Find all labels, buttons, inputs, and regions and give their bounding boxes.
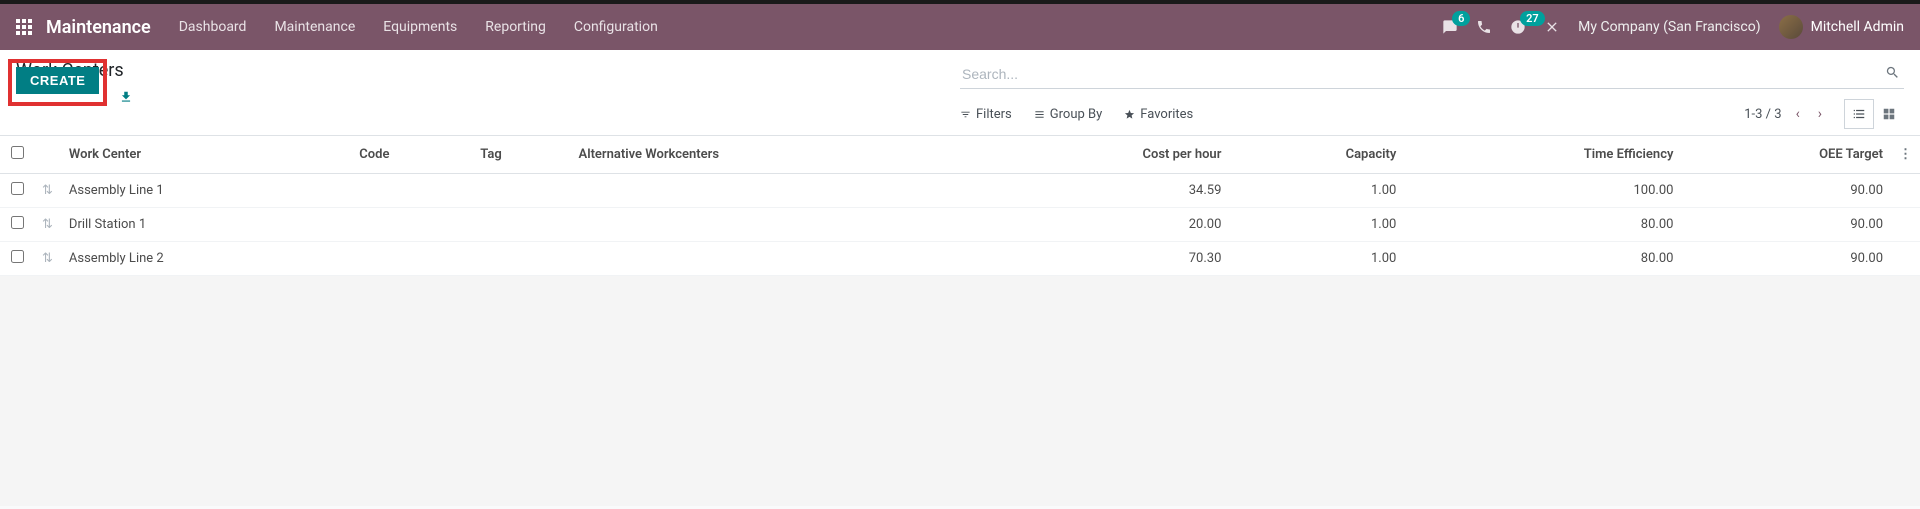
user-name: Mitchell Admin	[1811, 19, 1904, 35]
filters-button[interactable]: Filters	[960, 107, 1012, 122]
cell-cost: 20.00	[981, 208, 1230, 242]
drag-handle-icon[interactable]: ⇅	[34, 174, 61, 208]
row-checkbox[interactable]	[11, 216, 24, 229]
favorites-button[interactable]: Favorites	[1124, 107, 1193, 122]
drag-handle-icon[interactable]: ⇅	[34, 208, 61, 242]
apps-icon[interactable]	[16, 19, 32, 35]
cell-tag	[472, 208, 570, 242]
row-checkbox[interactable]	[11, 250, 24, 263]
create-button[interactable]: CREATE	[16, 67, 99, 94]
col-tag[interactable]: Tag	[472, 136, 570, 174]
list-view-icon[interactable]	[1844, 99, 1874, 129]
app-brand[interactable]: Maintenance	[46, 17, 151, 38]
nav-menu: Dashboard Maintenance Equipments Reporti…	[179, 19, 658, 35]
activities-icon[interactable]: 27	[1510, 19, 1526, 35]
nav-maintenance[interactable]: Maintenance	[274, 19, 355, 35]
col-cost[interactable]: Cost per hour	[981, 136, 1230, 174]
debug-icon[interactable]	[1544, 19, 1560, 35]
pager-value[interactable]: 1-3 / 3	[1744, 107, 1781, 122]
view-switcher	[1844, 99, 1904, 129]
cell-eff: 80.00	[1404, 208, 1681, 242]
cell-oee: 90.00	[1681, 242, 1891, 276]
row-checkbox[interactable]	[11, 182, 24, 195]
company-selector[interactable]: My Company (San Francisco)	[1578, 19, 1760, 35]
cell-alt	[571, 174, 981, 208]
col-work-center[interactable]: Work Center	[61, 136, 351, 174]
cell-eff: 100.00	[1404, 174, 1681, 208]
cell-code	[351, 242, 472, 276]
messaging-icon[interactable]: 6	[1442, 19, 1458, 35]
cell-alt	[571, 242, 981, 276]
cell-work-center: Assembly Line 1	[61, 174, 351, 208]
col-code[interactable]: Code	[351, 136, 472, 174]
table-row[interactable]: ⇅Drill Station 1 20.001.0080.0090.00	[0, 208, 1920, 242]
activities-badge: 27	[1520, 11, 1545, 26]
search-icon[interactable]	[1881, 65, 1904, 84]
cell-cost: 70.30	[981, 242, 1230, 276]
nav-equipments[interactable]: Equipments	[383, 19, 457, 35]
cell-tag	[472, 174, 570, 208]
pager-prev-icon[interactable]: ‹	[1792, 104, 1804, 124]
pager: 1-3 / 3 ‹ ›	[1744, 104, 1826, 124]
cell-tag	[472, 242, 570, 276]
main-navbar: Maintenance Dashboard Maintenance Equipm…	[0, 4, 1920, 50]
cell-capacity: 1.00	[1229, 208, 1404, 242]
drag-handle-icon[interactable]: ⇅	[34, 242, 61, 276]
kanban-view-icon[interactable]	[1874, 99, 1904, 129]
nav-reporting[interactable]: Reporting	[485, 19, 546, 35]
table-row[interactable]: ⇅Assembly Line 2 70.301.0080.0090.00	[0, 242, 1920, 276]
page-title: Work Centers	[16, 60, 960, 81]
user-menu[interactable]: Mitchell Admin	[1779, 15, 1904, 39]
col-oee[interactable]: OEE Target	[1681, 136, 1891, 174]
cell-alt	[571, 208, 981, 242]
col-alt[interactable]: Alternative Workcenters	[571, 136, 981, 174]
pager-next-icon[interactable]: ›	[1814, 104, 1826, 124]
cell-oee: 90.00	[1681, 208, 1891, 242]
cell-work-center: Drill Station 1	[61, 208, 351, 242]
cell-cost: 34.59	[981, 174, 1230, 208]
cell-code	[351, 174, 472, 208]
cell-eff: 80.00	[1404, 242, 1681, 276]
phone-icon[interactable]	[1476, 19, 1492, 35]
select-all-checkbox[interactable]	[11, 146, 24, 159]
groupby-button[interactable]: Group By	[1034, 107, 1103, 122]
messaging-badge: 6	[1452, 11, 1470, 26]
nav-configuration[interactable]: Configuration	[574, 19, 658, 35]
search-input[interactable]	[960, 62, 1881, 86]
cell-capacity: 1.00	[1229, 242, 1404, 276]
control-panel: Work Centers CREATE	[0, 50, 1920, 136]
nav-dashboard[interactable]: Dashboard	[179, 19, 247, 35]
cell-code	[351, 208, 472, 242]
avatar	[1779, 15, 1803, 39]
search-box	[960, 60, 1904, 89]
optional-columns-icon[interactable]: ⋮	[1891, 136, 1920, 174]
import-icon[interactable]	[119, 90, 133, 104]
cell-capacity: 1.00	[1229, 174, 1404, 208]
cell-work-center: Assembly Line 2	[61, 242, 351, 276]
create-highlight: CREATE	[8, 59, 107, 106]
cell-oee: 90.00	[1681, 174, 1891, 208]
col-eff[interactable]: Time Efficiency	[1404, 136, 1681, 174]
list-view: Work Center Code Tag Alternative Workcen…	[0, 136, 1920, 276]
col-capacity[interactable]: Capacity	[1229, 136, 1404, 174]
table-row[interactable]: ⇅Assembly Line 1 34.591.00100.0090.00	[0, 174, 1920, 208]
